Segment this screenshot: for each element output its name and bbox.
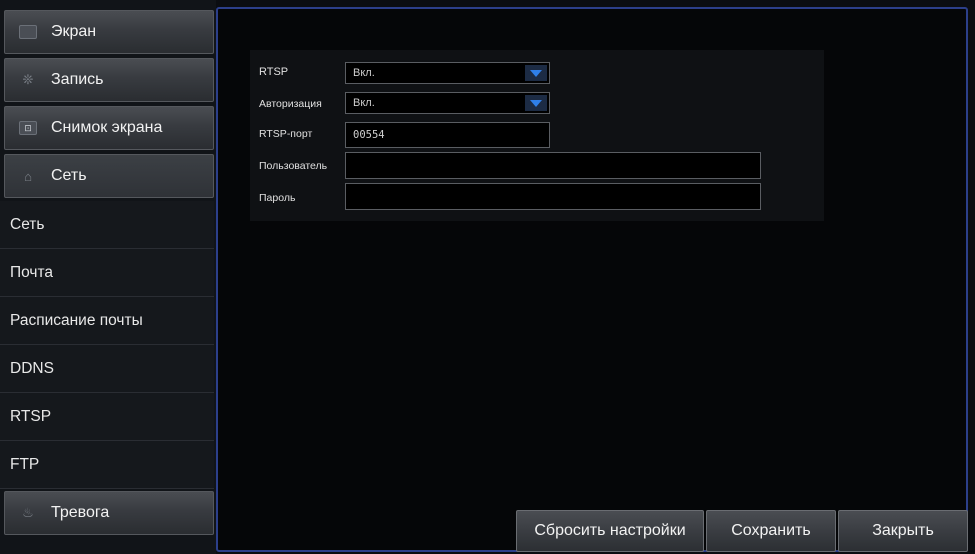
monitor-icon	[19, 25, 37, 39]
sidebar-item-label: RTSP	[10, 407, 52, 425]
auth-label: Авторизация	[259, 98, 322, 110]
username-input[interactable]	[345, 152, 761, 179]
sidebar-category-label: Снимок экрана	[51, 119, 163, 136]
sidebar-item-label: DDNS	[10, 359, 54, 377]
settings-window: Экран ❊ Запись ⊡ Снимок экрана ⌂ Сеть Се…	[0, 0, 975, 554]
chevron-down-icon[interactable]	[525, 65, 547, 81]
rtsp-value: Вкл.	[353, 67, 375, 79]
password-label: Пароль	[259, 192, 296, 204]
auth-dropdown[interactable]: Вкл.	[345, 92, 550, 114]
password-input[interactable]	[345, 183, 761, 210]
sidebar-item-rtsp[interactable]: RTSP	[0, 393, 214, 441]
network-icon: ⌂	[24, 168, 32, 184]
sidebar-item-ddns[interactable]: DDNS	[0, 345, 214, 393]
alarm-icon: ♨	[22, 505, 34, 520]
sidebar-item-mail[interactable]: Почта	[0, 249, 214, 297]
reset-button[interactable]: Сбросить настройки	[516, 510, 704, 552]
user-label: Пользователь	[259, 160, 328, 172]
record-icon: ❊	[22, 72, 34, 87]
sidebar: Экран ❊ Запись ⊡ Снимок экрана ⌂ Сеть Се…	[0, 0, 216, 554]
sidebar-item-ftp[interactable]: FTP	[0, 441, 214, 489]
sidebar-category-network[interactable]: ⌂ Сеть	[4, 154, 214, 198]
sidebar-category-label: Сеть	[51, 167, 87, 184]
close-button-label: Закрыть	[872, 522, 934, 539]
sidebar-category-snapshot[interactable]: ⊡ Снимок экрана	[4, 106, 214, 150]
sidebar-category-record[interactable]: ❊ Запись	[4, 58, 214, 102]
sidebar-category-label: Запись	[51, 71, 104, 88]
auth-value: Вкл.	[353, 97, 375, 109]
reset-button-label: Сбросить настройки	[534, 522, 686, 539]
rtsp-port-input[interactable]: 00554	[345, 122, 550, 148]
port-label: RTSP-порт	[259, 128, 313, 140]
sidebar-category-label: Тревога	[51, 504, 110, 521]
save-button[interactable]: Сохранить	[706, 510, 836, 552]
rtsp-label: RTSP	[259, 66, 289, 78]
chevron-down-icon[interactable]	[525, 95, 547, 111]
sidebar-item-mail-schedule[interactable]: Расписание почты	[0, 297, 214, 345]
sidebar-category-alarm[interactable]: ♨ Тревога	[4, 491, 214, 535]
sidebar-item-network[interactable]: Сеть	[0, 201, 214, 249]
close-button[interactable]: Закрыть	[838, 510, 968, 552]
snapshot-icon: ⊡	[19, 121, 37, 135]
sidebar-item-label: Почта	[10, 263, 54, 281]
save-button-label: Сохранить	[731, 522, 811, 539]
sidebar-item-label: FTP	[10, 455, 40, 473]
sidebar-item-label: Расписание почты	[10, 311, 143, 329]
port-value: 00554	[353, 129, 385, 141]
sidebar-category-screen[interactable]: Экран	[4, 10, 214, 54]
rtsp-dropdown[interactable]: Вкл.	[345, 62, 550, 84]
sidebar-item-label: Сеть	[10, 215, 45, 233]
sidebar-category-label: Экран	[51, 23, 97, 40]
